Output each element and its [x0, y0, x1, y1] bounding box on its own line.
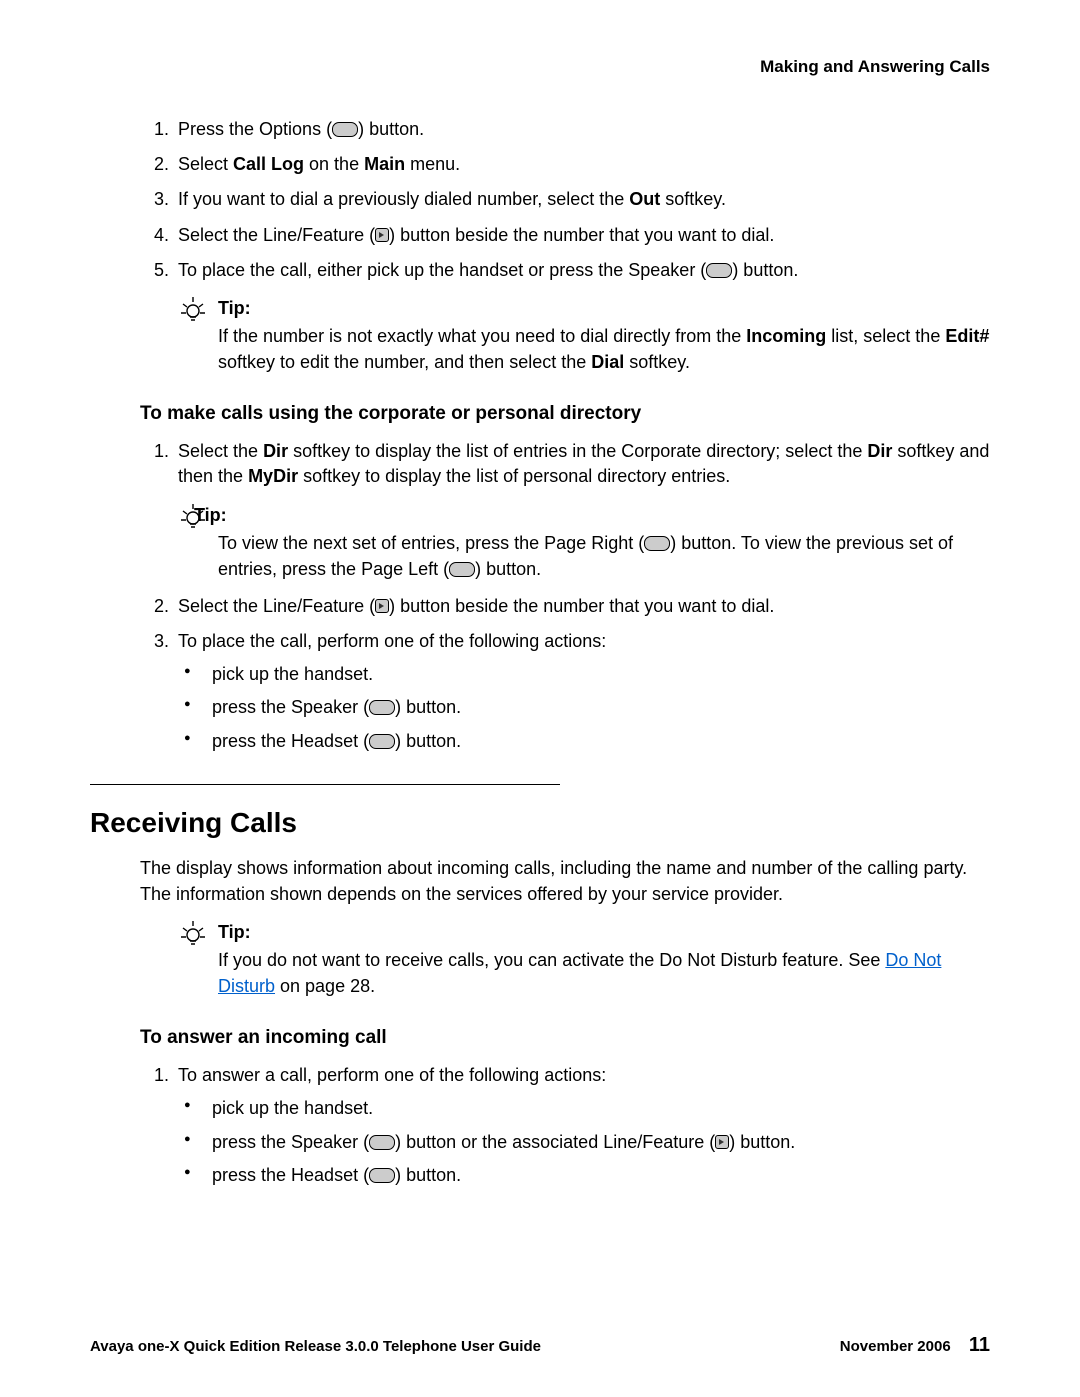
- bullet-speaker: press the Speaker () button.: [208, 695, 990, 720]
- page-header: Making and Answering Calls: [90, 57, 990, 77]
- footer-page-number: 11: [969, 1334, 990, 1356]
- step-2: 2.Select Call Log on the Main menu.: [140, 152, 990, 177]
- page-content: 1.Press the Options () button. 2.Select …: [90, 117, 990, 754]
- headset-button-icon: [369, 734, 395, 749]
- steps-list-answer: 1.To answer a call, perform one of the f…: [140, 1063, 990, 1188]
- heading-receiving-calls: Receiving Calls: [90, 807, 990, 839]
- page-left-button-icon: [449, 562, 475, 577]
- line-feature-button-icon: [375, 599, 389, 613]
- line-feature-button-icon: [715, 1135, 729, 1149]
- tip-block-2: Tip: To view the next set of entries, pr…: [178, 502, 990, 582]
- dir-step-2: 2.Select the Line/Feature () button besi…: [140, 594, 990, 619]
- ans-step-1: 1.To answer a call, perform one of the f…: [140, 1063, 990, 1188]
- page-right-button-icon: [644, 536, 670, 551]
- ans-step-1-bullets: pick up the handset. press the Speaker (…: [178, 1096, 990, 1188]
- document-page: Making and Answering Calls 1.Press the O…: [0, 0, 1080, 1397]
- step-4: 4.Select the Line/Feature () button besi…: [140, 223, 990, 248]
- step-3: 3.If you want to dial a previously diale…: [140, 187, 990, 212]
- section-divider: [90, 784, 560, 785]
- footer-date: November 2006: [840, 1338, 951, 1355]
- bullet-headset: press the Headset () button.: [208, 729, 990, 754]
- tip-label: Tip:: [218, 295, 990, 321]
- speaker-button-icon: [369, 700, 395, 715]
- options-button-icon: [332, 122, 358, 137]
- tip-label: Tip:: [218, 919, 990, 945]
- bullet-speaker: press the Speaker () button or the assoc…: [208, 1130, 990, 1155]
- page-footer: Avaya one-X Quick Edition Release 3.0.0 …: [90, 1334, 990, 1357]
- lightbulb-icon: [178, 502, 208, 532]
- steps-list-directory: 1.Select the Dir softkey to display the …: [140, 439, 990, 754]
- tip-label: Tip:: [218, 502, 990, 528]
- line-feature-button-icon: [375, 228, 389, 242]
- steps-list-1: 1.Press the Options () button. 2.Select …: [140, 117, 990, 283]
- tip-block-3: Tip: If you do not want to receive calls…: [178, 919, 990, 999]
- receiving-content: The display shows information about inco…: [90, 855, 990, 1188]
- subheading-directory: To make calls using the corporate or per…: [140, 403, 990, 425]
- speaker-button-icon: [369, 1135, 395, 1150]
- bullet-handset: pick up the handset.: [208, 662, 990, 687]
- dir-step-1: 1.Select the Dir softkey to display the …: [140, 439, 990, 582]
- headset-button-icon: [369, 1168, 395, 1183]
- footer-doc-title: Avaya one-X Quick Edition Release 3.0.0 …: [90, 1338, 541, 1355]
- step-5: 5.To place the call, either pick up the …: [140, 258, 990, 283]
- bullet-headset: press the Headset () button.: [208, 1163, 990, 1188]
- receiving-intro: The display shows information about inco…: [140, 855, 990, 907]
- step-1: 1.Press the Options () button.: [140, 117, 990, 142]
- bullet-handset: pick up the handset.: [208, 1096, 990, 1121]
- dir-step-3-bullets: pick up the handset. press the Speaker (…: [178, 662, 990, 754]
- footer-right: November 2006 11: [840, 1334, 990, 1357]
- subheading-answer-call: To answer an incoming call: [140, 1027, 990, 1049]
- speaker-button-icon: [706, 263, 732, 278]
- header-title: Making and Answering Calls: [760, 57, 990, 76]
- lightbulb-icon: [178, 295, 208, 325]
- dir-step-3: 3.To place the call, perform one of the …: [140, 629, 990, 754]
- tip-block-1: Tip: If the number is not exactly what y…: [178, 295, 990, 375]
- lightbulb-icon: [178, 919, 208, 949]
